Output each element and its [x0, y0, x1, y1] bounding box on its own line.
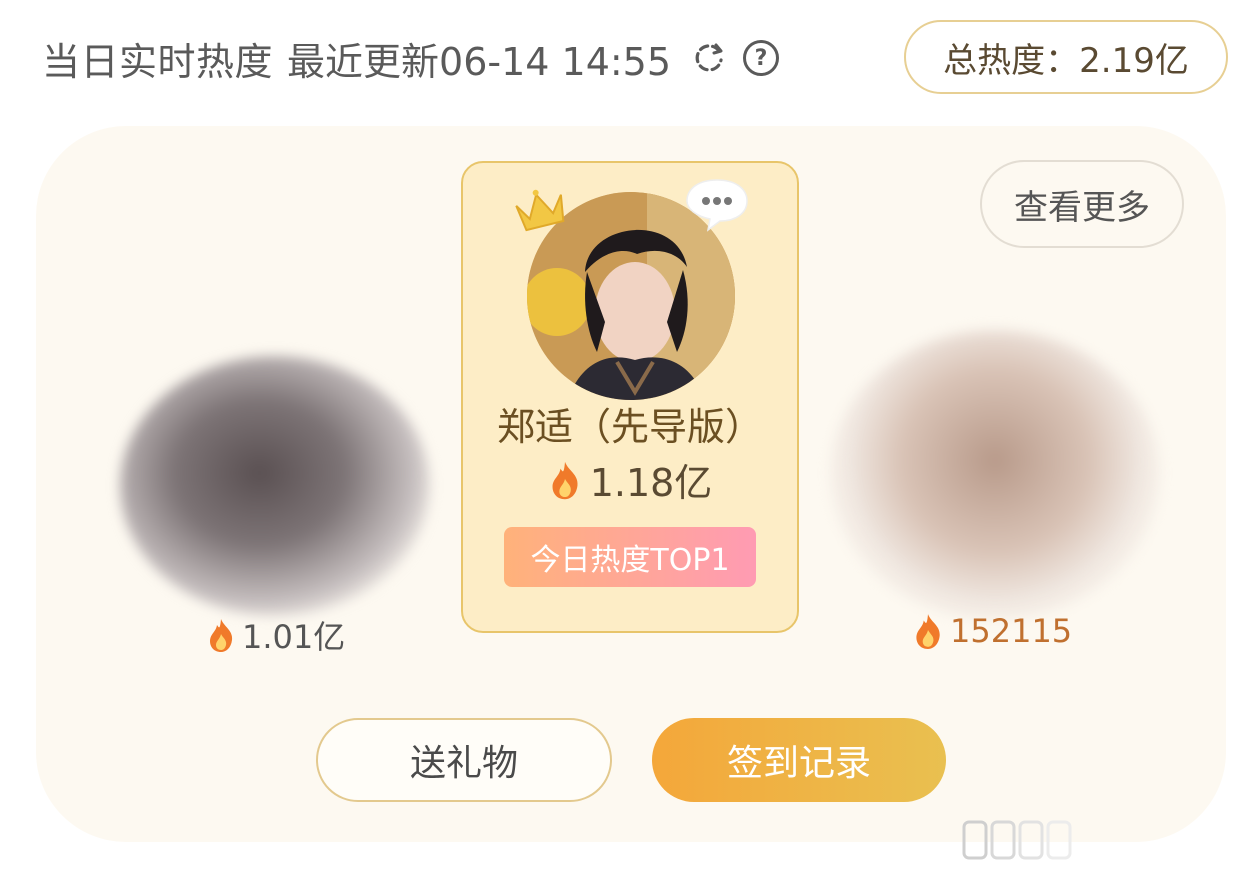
refresh-icon[interactable] [689, 38, 729, 78]
page-title: 当日实时热度 [42, 39, 274, 84]
top1-heat: 1.18亿 [461, 452, 799, 507]
send-gift-button[interactable]: 送礼物 [316, 718, 612, 802]
right-avatar-blurred[interactable] [830, 330, 1160, 620]
chat-bubble-icon[interactable] [684, 176, 750, 232]
header-left: 当日实时热度 最近更新06-14 14:55 ? [42, 30, 780, 86]
header: 当日实时热度 最近更新06-14 14:55 ? 总热度：2.19亿 [0, 0, 1260, 110]
fire-icon [916, 614, 940, 649]
checkin-record-button[interactable]: 签到记录 [652, 718, 946, 802]
crown-icon [515, 189, 565, 232]
fire-icon [552, 461, 578, 499]
total-heat-badge: 总热度：2.19亿 [904, 20, 1228, 94]
left-avatar-blurred[interactable] [120, 356, 430, 616]
top1-heat-value: 1.18亿 [589, 461, 713, 505]
top1-badge: 今日热度TOP1 [504, 527, 756, 587]
update-time: 最近更新06-14 14:55 [287, 39, 672, 84]
watermark-logo [962, 820, 1072, 860]
left-heat: 1.01亿 [206, 612, 345, 658]
left-heat-value: 1.01亿 [242, 618, 346, 656]
view-more-button[interactable]: 查看更多 [980, 160, 1184, 248]
right-heat-value: 152115 [950, 612, 1073, 650]
top1-name: 郑适（先导版） [496, 405, 763, 449]
help-icon[interactable]: ? [743, 40, 780, 76]
fire-icon [210, 619, 233, 652]
right-heat: 152115 [912, 612, 1072, 650]
